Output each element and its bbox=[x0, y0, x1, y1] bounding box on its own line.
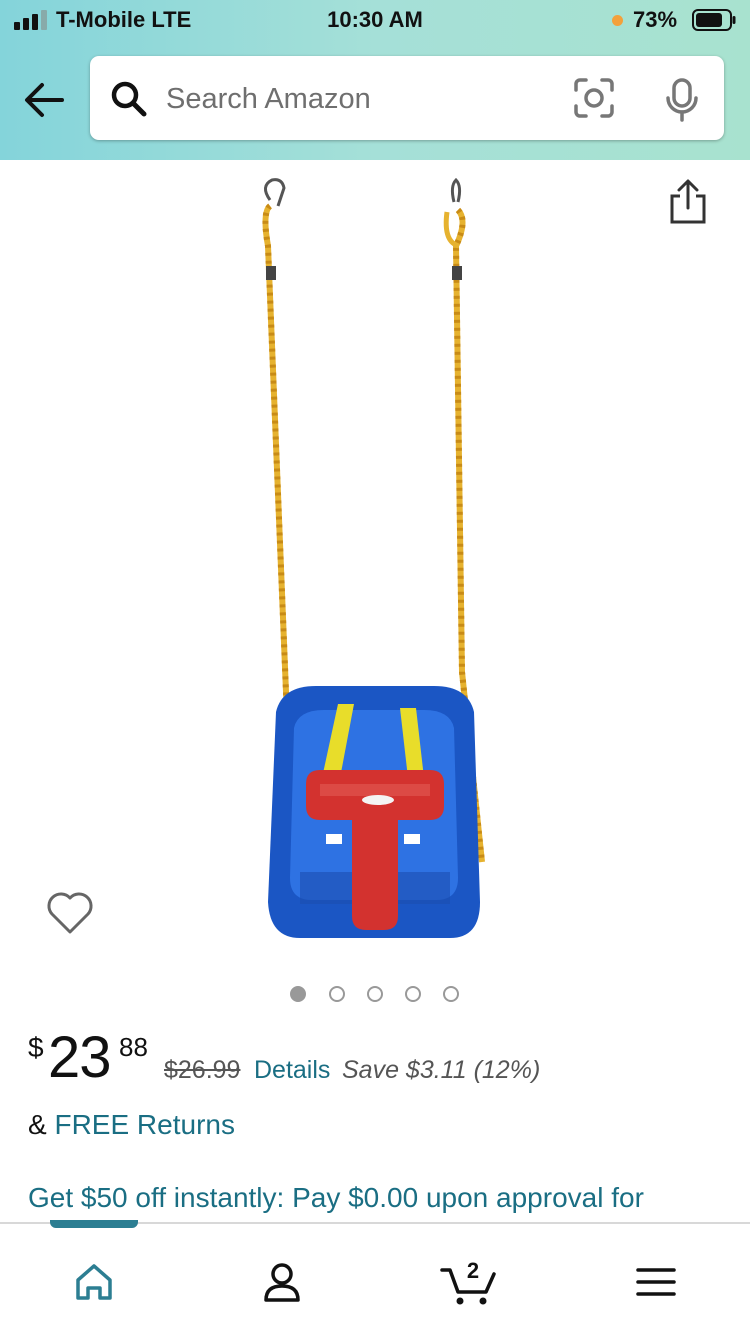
image-carousel-dots[interactable] bbox=[0, 986, 750, 1008]
battery-percent: 73% bbox=[633, 7, 678, 32]
cart-tab-icon[interactable]: 2 bbox=[440, 1252, 500, 1312]
returns-row: & FREE Returns bbox=[28, 1109, 235, 1141]
privacy-indicator-dot bbox=[612, 15, 623, 26]
free-returns-link[interactable]: FREE Returns bbox=[54, 1109, 235, 1140]
credit-card-promo-link[interactable]: Get $50 off instantly: Pay $0.00 upon ap… bbox=[28, 1182, 644, 1214]
product-image[interactable] bbox=[240, 172, 510, 952]
wishlist-heart-icon[interactable] bbox=[46, 890, 94, 936]
price-row: $ 23 88 $26.99 Details Save $3.11 (12%) bbox=[28, 1022, 748, 1092]
search-icon bbox=[111, 81, 147, 117]
battery-icon bbox=[692, 9, 736, 31]
carousel-dot[interactable] bbox=[329, 986, 345, 1002]
carousel-dot[interactable] bbox=[367, 986, 383, 1002]
back-arrow-icon[interactable] bbox=[22, 80, 66, 120]
list-price: $26.99 bbox=[164, 1056, 241, 1084]
active-tab-indicator bbox=[50, 1220, 138, 1228]
app-header: T-Mobile LTE 10:30 AM 73% bbox=[0, 0, 750, 160]
home-tab-icon[interactable] bbox=[64, 1252, 124, 1312]
menu-tab-icon[interactable] bbox=[626, 1252, 686, 1312]
price-fraction: 88 bbox=[119, 1032, 148, 1062]
carousel-dot[interactable] bbox=[443, 986, 459, 1002]
price-whole: 23 bbox=[48, 1025, 112, 1090]
carousel-dot[interactable] bbox=[405, 986, 421, 1002]
bottom-nav: 2 bbox=[0, 1220, 750, 1336]
status-bar: T-Mobile LTE 10:30 AM 73% bbox=[0, 0, 750, 44]
price-details-link[interactable]: Details bbox=[254, 1056, 330, 1085]
search-input[interactable] bbox=[164, 74, 548, 124]
microphone-icon[interactable] bbox=[664, 78, 700, 122]
share-icon[interactable] bbox=[666, 178, 710, 226]
camera-scan-icon[interactable] bbox=[572, 76, 616, 120]
search-bar[interactable] bbox=[90, 56, 724, 140]
returns-prefix: & bbox=[28, 1109, 47, 1140]
price-currency: $ bbox=[28, 1032, 44, 1063]
savings-text: Save $3.11 (12%) bbox=[342, 1056, 541, 1084]
cart-count: 2 bbox=[467, 1258, 479, 1283]
account-tab-icon[interactable] bbox=[252, 1252, 312, 1312]
carousel-dot[interactable] bbox=[290, 986, 306, 1002]
